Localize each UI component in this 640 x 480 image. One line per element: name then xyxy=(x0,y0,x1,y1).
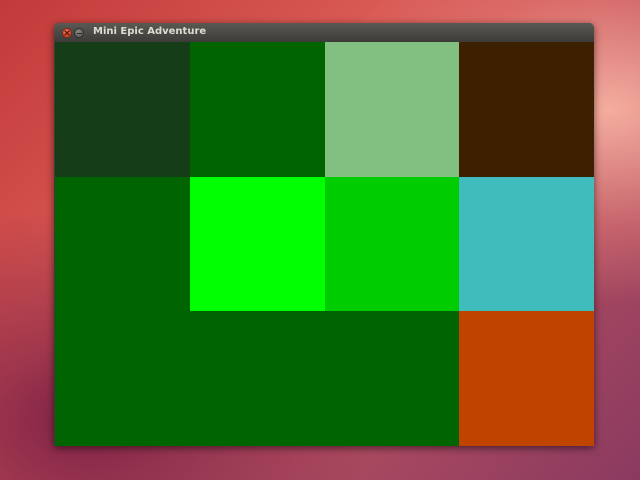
map-tile xyxy=(325,311,459,446)
map-tile xyxy=(459,177,594,311)
game-window: Mini Epic Adventure xyxy=(54,23,594,446)
minimize-button[interactable] xyxy=(74,28,84,38)
map-tile xyxy=(55,177,190,311)
map-tile xyxy=(55,311,190,446)
map-tile xyxy=(190,311,325,446)
map-tile xyxy=(325,42,459,177)
minimize-icon xyxy=(76,32,82,34)
window-titlebar[interactable]: Mini Epic Adventure xyxy=(54,23,594,42)
window-title: Mini Epic Adventure xyxy=(93,26,207,37)
map-tile xyxy=(459,42,594,177)
map-tile xyxy=(190,177,325,311)
map-tile xyxy=(55,42,190,177)
map-tile xyxy=(325,177,459,311)
close-icon xyxy=(64,30,70,36)
map-tile xyxy=(459,311,594,446)
game-canvas[interactable] xyxy=(55,42,594,446)
map-tile xyxy=(190,42,325,177)
close-button[interactable] xyxy=(62,28,72,38)
